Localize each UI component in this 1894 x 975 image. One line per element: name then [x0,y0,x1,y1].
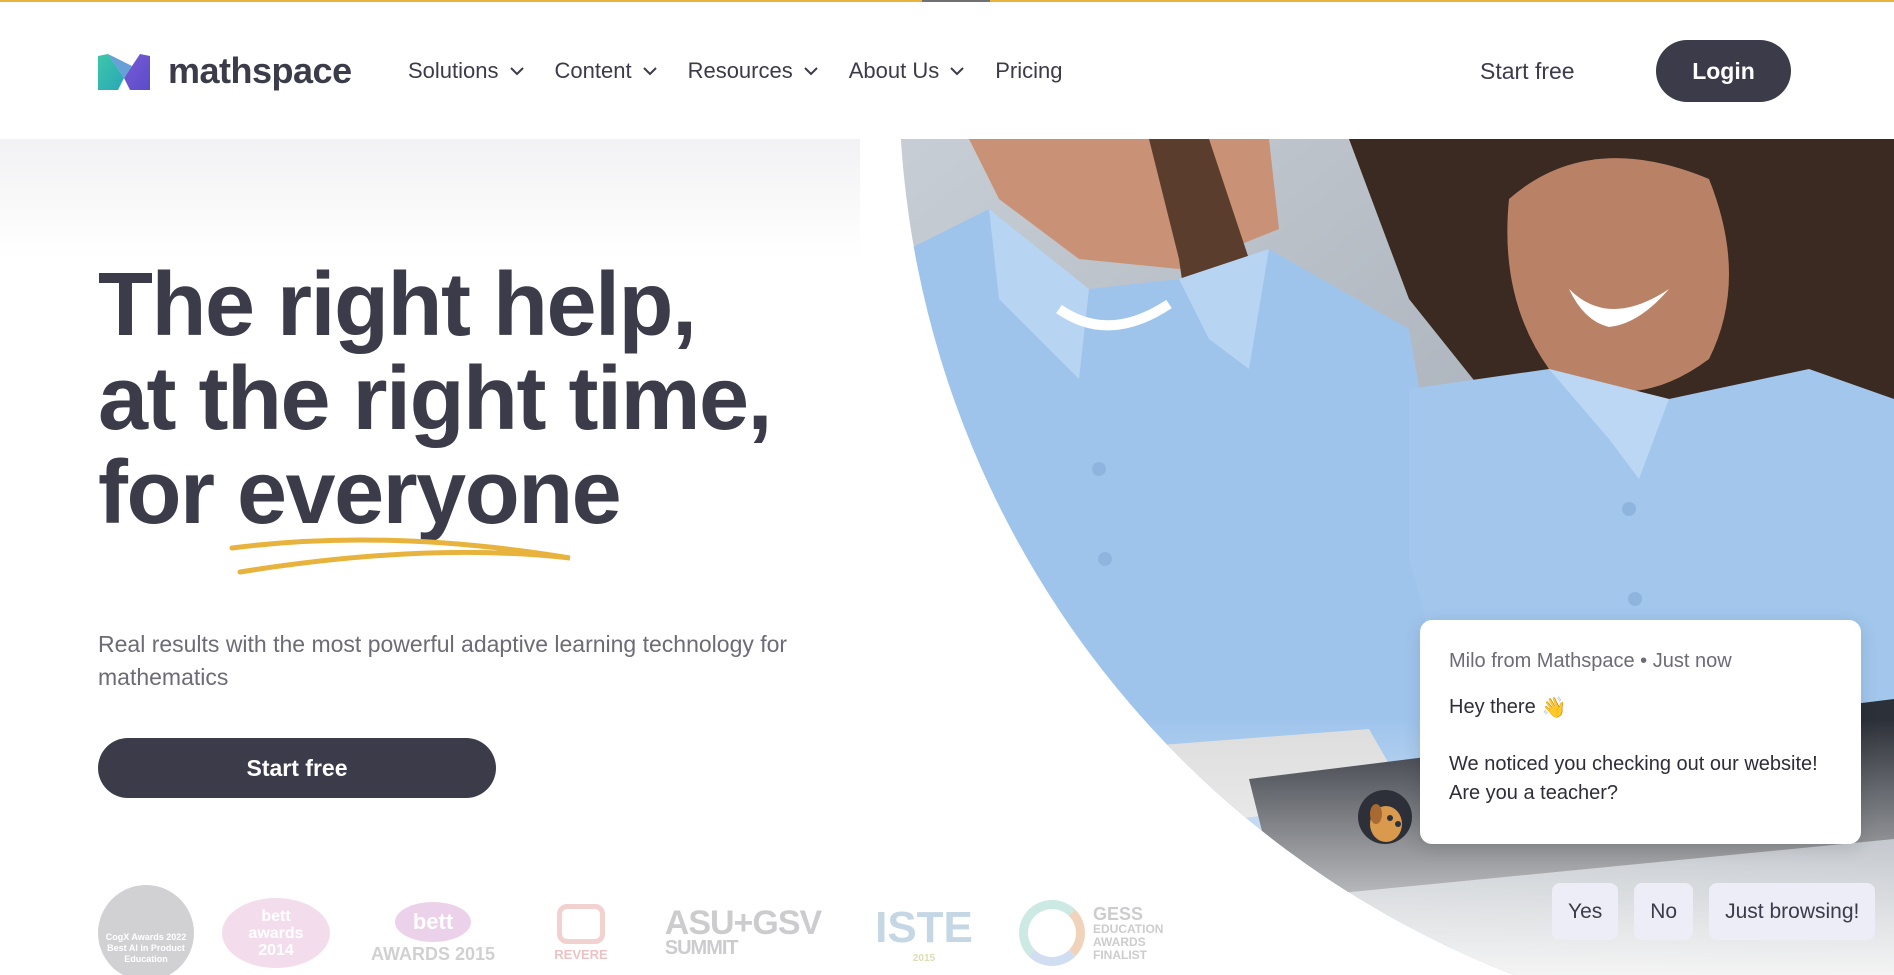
nav-pricing[interactable]: Pricing [995,58,1062,84]
login-button[interactable]: Login [1656,40,1791,102]
logo-icon [98,54,150,90]
award-iste-year: 2015 [912,952,936,964]
award-cogx-category: Education [124,953,168,964]
headline-line-3: for everyone [98,443,622,543]
award-bett-2014-detail: awards [248,924,304,942]
chat-quick-replies: Yes No Just browsing! [1552,883,1876,940]
chevron-down-icon [950,67,964,76]
chevron-down-icon [804,67,818,76]
chat-greeting: Hey there 👋 [1449,695,1831,720]
award-cogx-detail: Best AI in Product [107,942,185,953]
hero-start-free-button[interactable]: Start free [98,738,496,798]
award-asu-gsv: ASU+GSV SUMMIT [654,898,832,968]
chat-message-body: We noticed you checking out our website!… [1449,753,1818,804]
nav-resources[interactable]: Resources [688,58,819,84]
award-gess-ring [1019,900,1085,966]
headline-line-2: at the right time, [98,349,773,449]
reply-just-browsing-button[interactable]: Just browsing! [1709,883,1876,940]
reply-yes-button[interactable]: Yes [1552,883,1619,940]
award-bett-2014-year: 2014 [258,941,294,959]
award-gess: GESS EDUCATION AWARDS FINALIST [1016,898,1166,968]
award-revere-name: REVERE [554,947,608,962]
award-gess-name: GESS [1093,903,1144,924]
award-cogx-name: CogX Awards 2022 [105,931,187,942]
award-asu-gsv-detail: SUMMIT [664,937,739,959]
brand-logo[interactable]: mathspace [98,50,352,92]
nav-content[interactable]: Content [555,58,658,84]
award-bett-2015-name: bett [395,901,471,942]
reply-no-button[interactable]: No [1634,883,1694,940]
header-start-free-link[interactable]: Start free [1480,58,1575,85]
award-bett-2015: bett AWARDS 2015 [358,898,508,968]
headline-line-1: The right help, [98,255,697,355]
award-bett-2014-name: bett [261,907,291,925]
award-iste-name: ISTE [875,902,973,952]
chat-message-card[interactable]: Milo from Mathspace • Just now Hey there… [1420,620,1861,844]
award-asu-gsv-name: ASU+GSV [664,904,822,942]
waving-hand-icon: 👋 [1541,697,1567,719]
nav-solutions[interactable]: Solutions [408,58,525,84]
main-nav: Solutions Content Resources About Us Pri… [408,58,1092,84]
award-bett-2014: bett awards 2014 [222,898,330,968]
chevron-down-icon [642,67,657,76]
nav-label: Content [554,58,632,83]
award-gess-detail: EDUCATION AWARDS FINALIST [1093,921,1164,962]
award-revere-mark [557,904,605,944]
nav-label: Pricing [995,58,1063,83]
awards-strip: CogX Awards 2022 Best AI in Product Educ… [98,885,1194,975]
dog-avatar-icon[interactable] [1358,790,1412,844]
hero-photo [849,139,1894,975]
site-header: mathspace Solutions Content Resources Ab… [0,2,1894,139]
award-cogx: CogX Awards 2022 Best AI in Product Educ… [98,885,194,975]
nav-label: Resources [687,58,793,83]
nav-about-us[interactable]: About Us [849,58,966,84]
nav-label: Solutions [408,58,499,83]
hero-subtitle: Real results with the most powerful adap… [98,631,788,690]
award-revere: REVERE [536,898,626,968]
hero-headline: The right help, at the right time, for e… [98,258,838,540]
chat-sender-meta: Milo from Mathspace • Just now [1449,650,1732,672]
students-photo [899,139,1894,975]
headline-underline-scribble [229,537,571,575]
dog-avatar-image [1370,804,1402,842]
hero-shade [0,139,860,259]
nav-label: About Us [848,58,940,83]
chat-greeting-text: Hey there [1449,696,1536,718]
chevron-down-icon [509,67,524,76]
award-bett-2015-detail: AWARDS 2015 [370,943,496,964]
brand-name: mathspace [168,50,352,91]
award-iste: ISTE 2015 [860,898,988,968]
